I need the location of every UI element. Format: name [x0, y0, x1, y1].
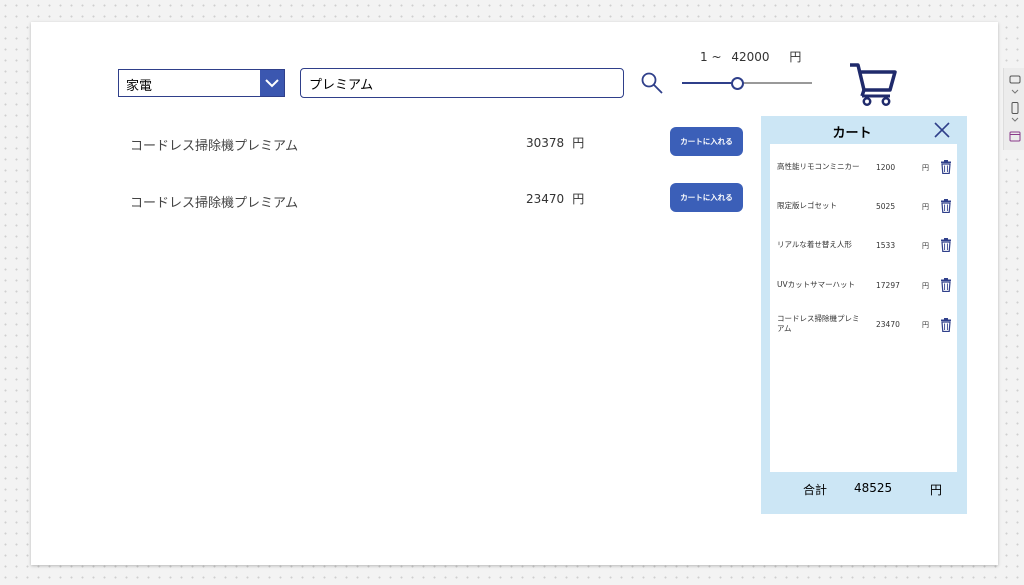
- cart-icon[interactable]: [848, 62, 898, 106]
- cart-panel: カート 高性能リモコンミニカー 1200 円 限定版レゴセット 5025 円 リ…: [761, 116, 967, 514]
- chevron-down-icon[interactable]: [260, 70, 284, 96]
- product-row: コードレス掃除機プレミアム 30378 円 カートに入れる: [130, 127, 750, 159]
- cart-item-name: 高性能リモコンミニカー: [777, 162, 860, 171]
- add-to-cart-button[interactable]: カートに入れる: [670, 127, 743, 156]
- cart-item-list[interactable]: 高性能リモコンミニカー 1200 円 限定版レゴセット 5025 円 リアルな着…: [770, 144, 957, 472]
- price-range-label: 1 ~ 42000 円: [700, 48, 807, 65]
- cart-item-unit: 円: [922, 203, 929, 211]
- slider-track-fill: [682, 82, 737, 84]
- product-row: コードレス掃除機プレミアム 23470 円 カートに入れる: [130, 183, 750, 215]
- category-value: 家電: [126, 79, 153, 94]
- side-tool-strip: [1003, 68, 1024, 150]
- cart-item: コードレス掃除機プレミアム 23470 円: [770, 314, 957, 344]
- slider-track: [737, 82, 812, 84]
- cart-item-name: コードレス掃除機プレミアム: [777, 314, 860, 333]
- cart-item: リアルな着せ替え人形 1533 円: [770, 238, 957, 270]
- cart-total-unit: 円: [930, 483, 943, 497]
- trash-icon[interactable]: [940, 238, 952, 252]
- comment-icon[interactable]: [1009, 74, 1021, 86]
- cart-item-price: 5025: [876, 202, 896, 211]
- cart-item: UVカットサマーハット 17297 円: [770, 278, 957, 310]
- trash-icon[interactable]: [940, 278, 952, 292]
- cart-item-name: リアルな着せ替え人形: [777, 240, 852, 249]
- add-to-cart-button[interactable]: カートに入れる: [670, 183, 743, 212]
- trash-icon[interactable]: [940, 160, 952, 174]
- product-price-value: 23470: [526, 192, 565, 206]
- product-price-unit: 円: [572, 136, 585, 150]
- cart-item-unit: 円: [922, 164, 929, 172]
- close-icon[interactable]: [933, 121, 951, 139]
- price-min-label: 1 ~: [700, 50, 722, 64]
- product-price: 30378 円: [526, 134, 584, 151]
- product-name: コードレス掃除機プレミアム: [130, 139, 299, 154]
- search-input[interactable]: [300, 68, 624, 98]
- cart-item-unit: 円: [922, 242, 929, 250]
- calendar-icon[interactable]: [1009, 130, 1021, 142]
- chevron-down-icon[interactable]: [1009, 88, 1021, 96]
- cart-item: 限定版レゴセット 5025 円: [770, 199, 957, 231]
- cart-title: カート: [832, 126, 872, 141]
- cart-item-price: 23470: [876, 320, 900, 329]
- price-unit: 円: [789, 50, 802, 64]
- cart-item-name: UVカットサマーハット: [777, 280, 855, 289]
- cart-item-unit: 円: [922, 282, 929, 290]
- slider-thumb[interactable]: [731, 77, 744, 90]
- search-icon[interactable]: [640, 71, 664, 95]
- cart-item-price: 1533: [876, 241, 896, 250]
- cart-total-value: 48525: [854, 481, 893, 495]
- trash-icon[interactable]: [940, 318, 952, 332]
- phone-icon[interactable]: [1009, 102, 1021, 114]
- trash-icon[interactable]: [940, 199, 952, 213]
- product-price: 23470 円: [526, 190, 584, 207]
- cart-item-price: 17297: [876, 281, 900, 290]
- cart-item-name: 限定版レゴセット: [777, 201, 837, 210]
- product-name: コードレス掃除機プレミアム: [130, 196, 299, 211]
- chevron-down-icon[interactable]: [1009, 116, 1021, 124]
- cart-total-label: 合計: [803, 483, 828, 497]
- product-price-unit: 円: [572, 192, 585, 206]
- cart-item: 高性能リモコンミニカー 1200 円: [770, 160, 957, 192]
- category-dropdown[interactable]: 家電: [118, 69, 285, 97]
- cart-item-price: 1200: [876, 163, 896, 172]
- price-max-value: 42000: [731, 50, 770, 64]
- product-price-value: 30378: [526, 136, 565, 150]
- price-slider[interactable]: [682, 76, 812, 90]
- cart-item-unit: 円: [922, 321, 929, 329]
